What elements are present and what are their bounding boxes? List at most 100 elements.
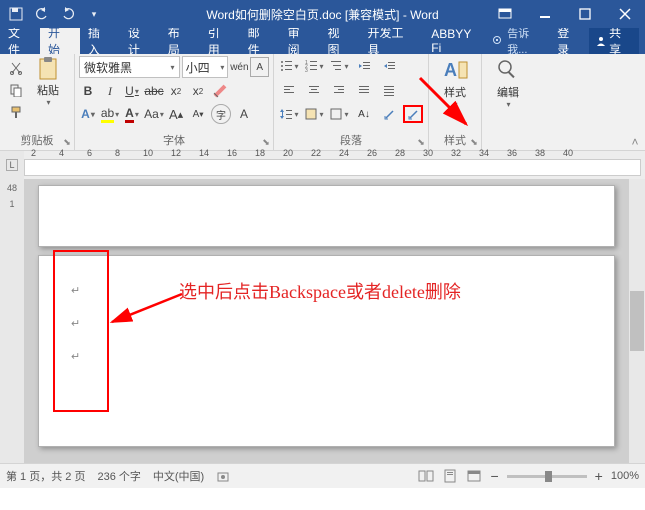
tell-me-input[interactable]: 告诉我... [492, 25, 549, 57]
highlight-color-icon[interactable]: ab▾ [101, 105, 119, 123]
group-editing: 编辑 ▾ [482, 54, 534, 150]
redo-icon[interactable] [56, 3, 80, 25]
enclose-char-icon[interactable]: 字 [211, 104, 231, 124]
close-icon[interactable] [605, 0, 645, 28]
collapse-ribbon-icon[interactable]: ˄ [627, 134, 643, 150]
bullets-icon[interactable]: ▾ [278, 56, 300, 76]
group-styles: A 样式 ▾ 样式 ⬊ [429, 54, 482, 150]
status-words[interactable]: 236 个字 [97, 468, 140, 484]
phonetic-guide-icon[interactable]: wén [230, 58, 248, 76]
page-1[interactable] [38, 185, 615, 247]
shading-icon[interactable]: ▾ [303, 104, 325, 124]
line-spacing-icon[interactable]: ▾ [278, 104, 300, 124]
group-clipboard: 粘贴 ▾ 剪贴板 ⬊ [0, 54, 75, 150]
title-bar: ▾ Word如何删除空白页.doc [兼容模式] - Word [0, 0, 645, 28]
ribbon: 粘贴 ▾ 剪贴板 ⬊ 微软雅黑▾ 小四▾ wén A B I U▾ abc x2… [0, 54, 645, 151]
document-area: 481 ↵↵↵ 选中后点击Backspace或者delete删除 [0, 179, 645, 463]
asian-layout-icon[interactable] [378, 104, 400, 124]
group-label-paragraph: 段落 [274, 132, 428, 148]
tab-view[interactable]: 视图 [320, 28, 360, 54]
styles-button[interactable]: A 样式 ▾ [437, 56, 473, 109]
paragraph-launcher-icon[interactable]: ⬊ [415, 136, 427, 148]
status-language[interactable]: 中文(中国) [153, 468, 204, 484]
maximize-icon[interactable] [565, 0, 605, 28]
ribbon-tabs: 文件 开始 插入 设计 布局 引用 邮件 审阅 视图 开发工具 ABBYY Fi… [0, 28, 645, 54]
underline-button[interactable]: U▾ [123, 82, 141, 100]
styles-launcher-icon[interactable]: ⬊ [468, 136, 480, 148]
tab-file[interactable]: 文件 [0, 28, 40, 54]
tab-home[interactable]: 开始 [40, 28, 80, 54]
format-painter-icon[interactable] [4, 102, 28, 122]
macro-record-icon[interactable] [216, 469, 230, 483]
save-icon[interactable] [4, 3, 28, 25]
vertical-ruler[interactable]: 481 [0, 179, 24, 463]
superscript-button[interactable]: x2 [189, 82, 207, 100]
zoom-in-icon[interactable]: + [595, 468, 603, 484]
ribbon-display-icon[interactable] [485, 0, 525, 28]
group-label-font: 字体 [75, 132, 273, 148]
undo-icon[interactable] [30, 3, 54, 25]
svg-text:3: 3 [305, 68, 308, 73]
annotation-arrow-doc [107, 292, 187, 332]
zoom-level[interactable]: 100% [611, 470, 639, 482]
align-center-icon[interactable] [303, 80, 325, 100]
increase-indent-icon[interactable] [378, 56, 400, 76]
annotation-text: 选中后点击Backspace或者delete删除 [179, 278, 461, 304]
horizontal-ruler[interactable]: 246810121416182022242628303234363840 [24, 159, 641, 176]
zoom-out-icon[interactable]: − [490, 468, 498, 484]
align-right-icon[interactable] [328, 80, 350, 100]
group-font: 微软雅黑▾ 小四▾ wén A B I U▾ abc x2 x2 A▾ ab▾ … [75, 54, 274, 150]
tab-layout[interactable]: 布局 [160, 28, 200, 54]
minimize-icon[interactable] [525, 0, 565, 28]
char-border-icon[interactable]: A [250, 57, 269, 77]
copy-icon[interactable] [4, 80, 28, 100]
zoom-slider[interactable] [507, 475, 587, 478]
login-link[interactable]: 登录 [557, 24, 581, 58]
read-mode-icon[interactable] [418, 469, 434, 483]
char-shading-icon[interactable]: Aa▾ [145, 105, 163, 123]
decrease-indent-icon[interactable] [353, 56, 375, 76]
font-color-icon[interactable]: A▾ [123, 105, 141, 123]
paragraph-marks: ↵↵↵ [71, 284, 80, 363]
status-bar: 第 1 页，共 2 页 236 个字 中文(中国) − + 100% [0, 463, 645, 488]
find-button[interactable]: 编辑 ▾ [490, 56, 526, 109]
page-2[interactable]: ↵↵↵ 选中后点击Backspace或者delete删除 [38, 255, 615, 447]
print-layout-icon[interactable] [442, 469, 458, 483]
ruler-corner: L [0, 151, 24, 179]
tab-abbyy[interactable]: ABBYY Fi [423, 28, 492, 54]
cut-icon[interactable] [4, 58, 28, 78]
font-launcher-icon[interactable]: ⬊ [260, 136, 272, 148]
svg-text:A: A [444, 60, 457, 80]
annotation-selection-box [53, 250, 109, 412]
justify-icon[interactable] [353, 80, 375, 100]
web-layout-icon[interactable] [466, 469, 482, 483]
numbering-icon[interactable]: 123▾ [303, 56, 325, 76]
subscript-button[interactable]: x2 [167, 82, 185, 100]
tab-developer[interactable]: 开发工具 [359, 28, 423, 54]
strikethrough-button[interactable]: abc [145, 82, 163, 100]
clear-format-icon[interactable] [211, 82, 229, 100]
change-case-icon[interactable]: A [235, 105, 253, 123]
font-size-combo[interactable]: 小四▾ [182, 56, 229, 78]
distribute-icon[interactable] [378, 80, 400, 100]
tab-references[interactable]: 引用 [200, 28, 240, 54]
multilevel-list-icon[interactable]: ▾ [328, 56, 350, 76]
bold-button[interactable]: B [79, 82, 97, 100]
sort-icon[interactable]: A↓ [353, 104, 375, 124]
grow-font-icon[interactable]: A▴ [167, 105, 185, 123]
vertical-scrollbar[interactable] [629, 179, 645, 463]
status-page[interactable]: 第 1 页，共 2 页 [6, 468, 85, 484]
italic-button[interactable]: I [101, 82, 119, 100]
clipboard-launcher-icon[interactable]: ⬊ [61, 136, 73, 148]
align-left-icon[interactable] [278, 80, 300, 100]
tab-review[interactable]: 审阅 [280, 28, 320, 54]
tab-design[interactable]: 设计 [120, 28, 160, 54]
shrink-font-icon[interactable]: A▾ [189, 105, 207, 123]
tab-insert[interactable]: 插入 [80, 28, 120, 54]
show-hide-marks-button[interactable] [403, 105, 423, 123]
borders-icon[interactable]: ▾ [328, 104, 350, 124]
qat-customize-icon[interactable]: ▾ [82, 3, 106, 25]
font-name-combo[interactable]: 微软雅黑▾ [79, 56, 180, 78]
text-effects-icon[interactable]: A▾ [79, 105, 97, 123]
tab-mailings[interactable]: 邮件 [240, 28, 280, 54]
